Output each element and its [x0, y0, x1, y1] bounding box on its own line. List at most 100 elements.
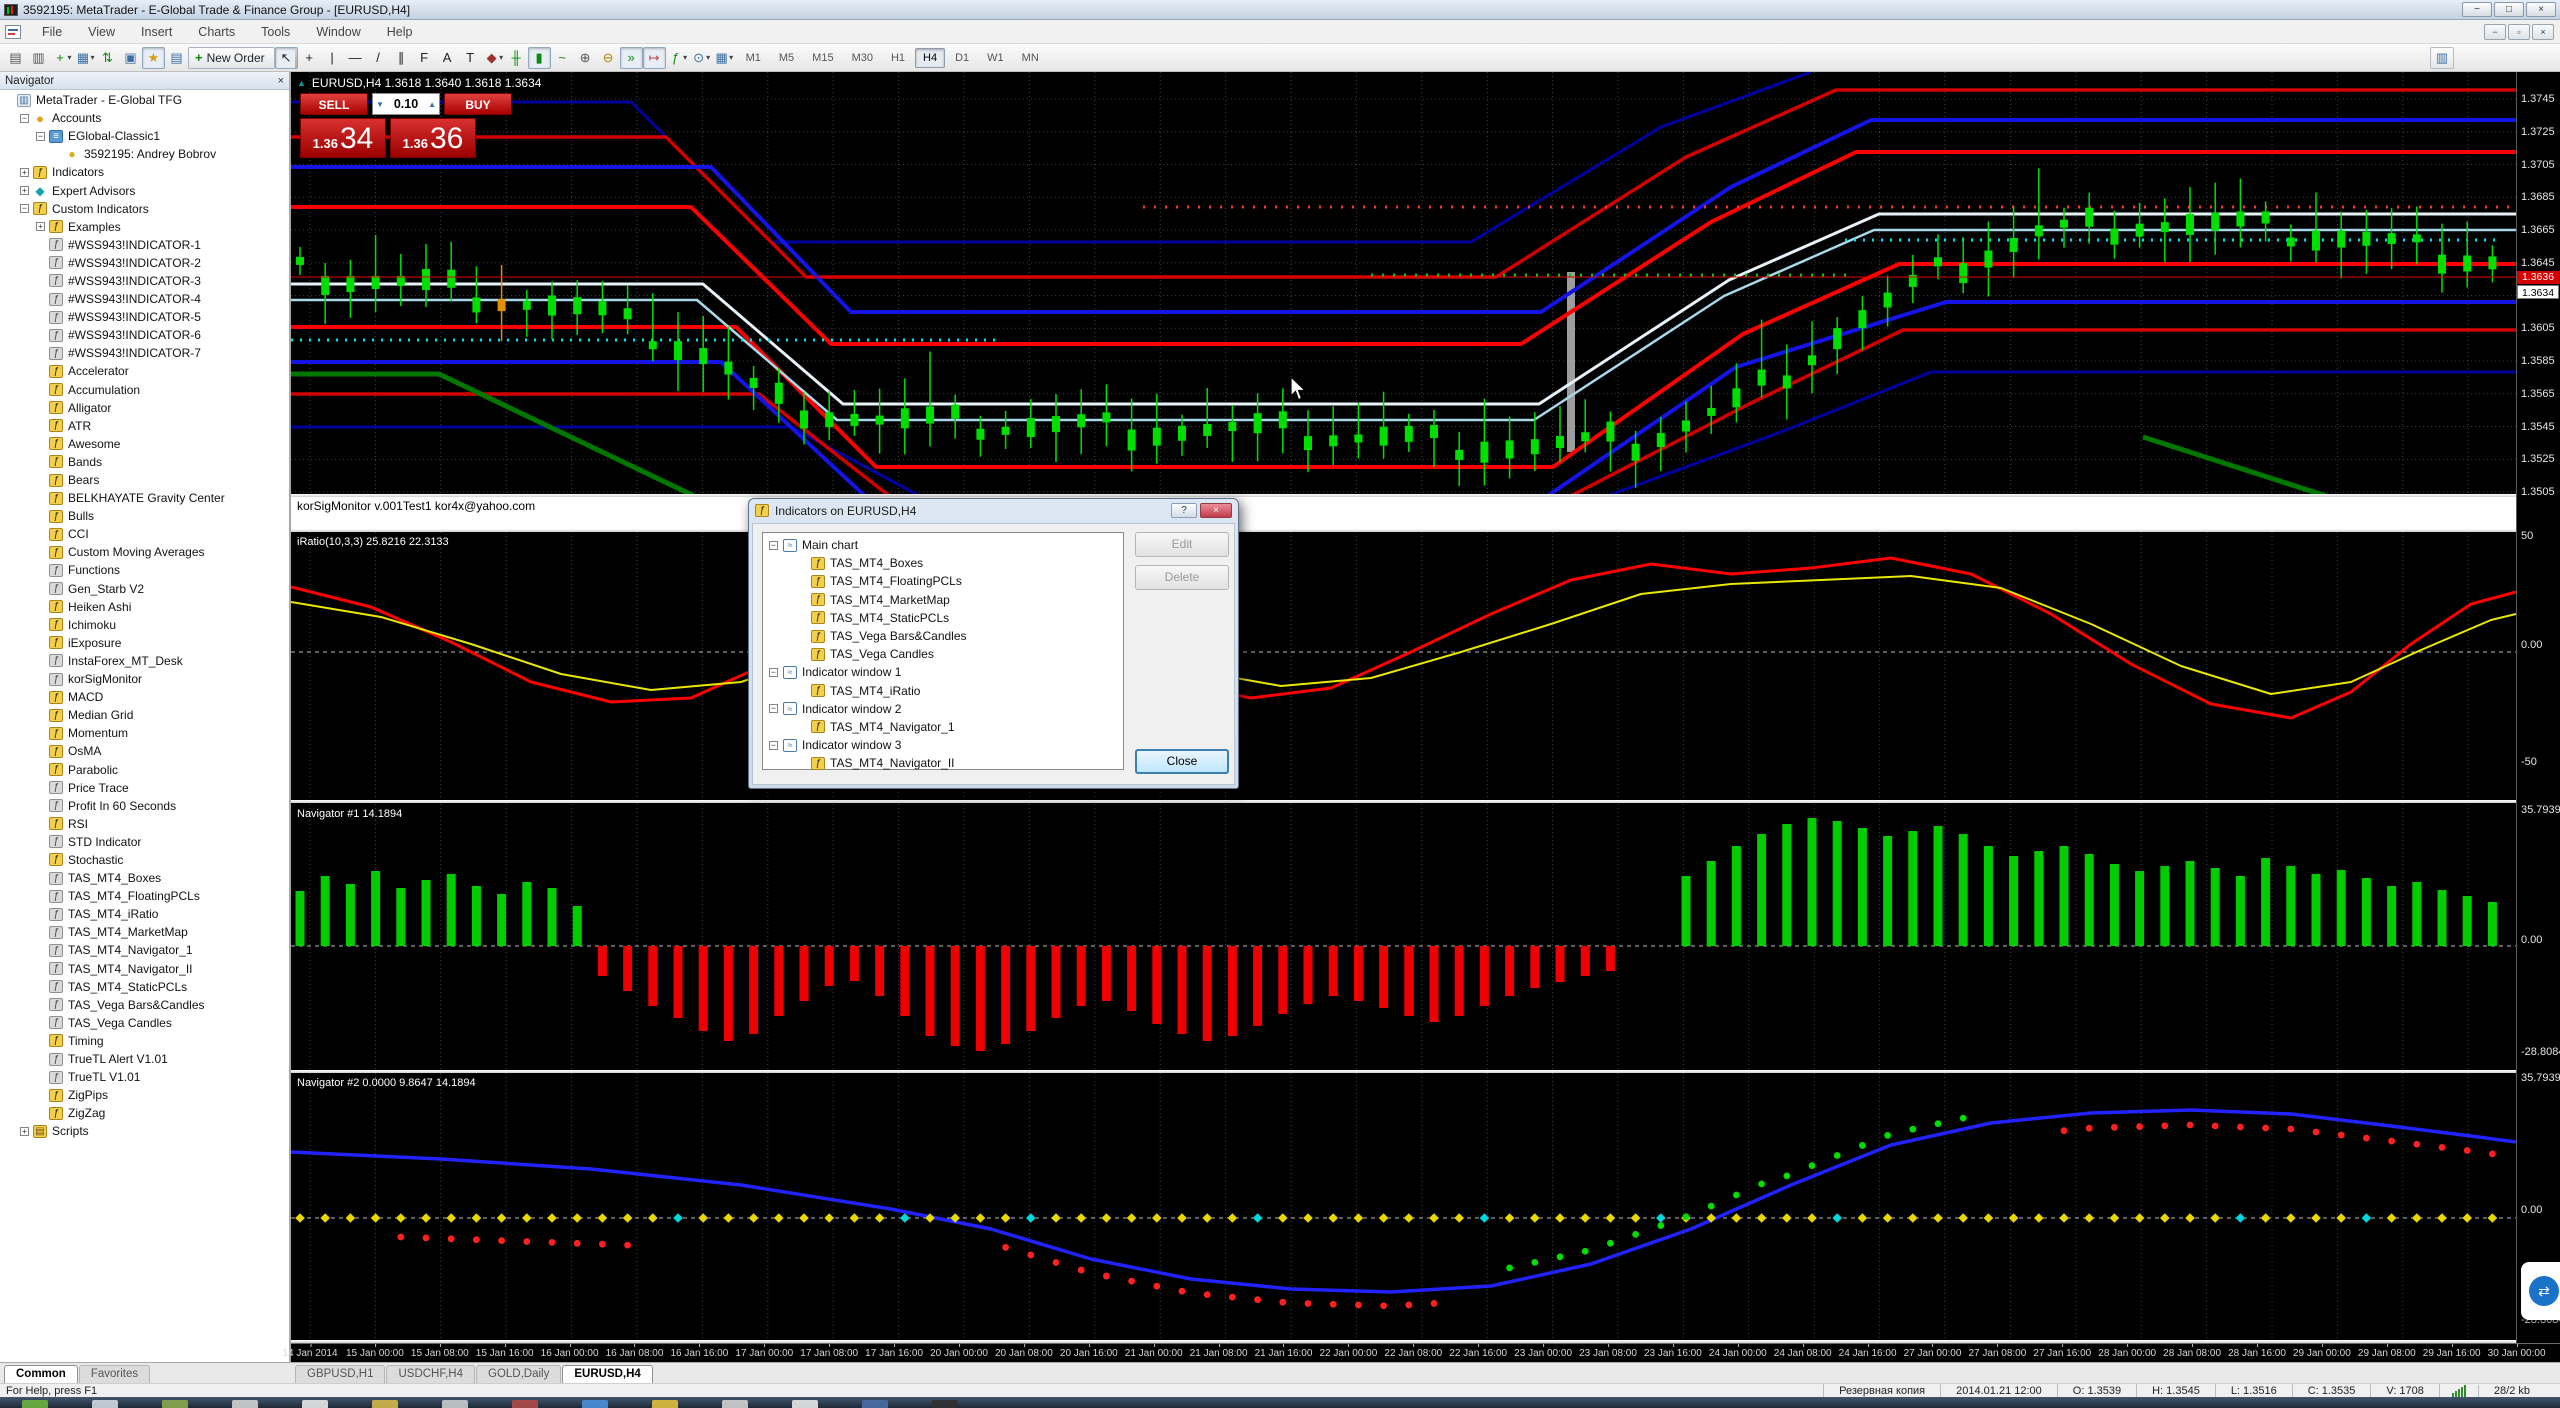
window-separator[interactable]	[291, 800, 2560, 803]
menu-item[interactable]: Tools	[248, 22, 303, 42]
tree-toggle-icon[interactable]: +	[20, 1127, 29, 1136]
nav-tree-item[interactable]: Heiken Ashi	[0, 598, 289, 616]
tree-toggle-icon[interactable]: −	[20, 204, 29, 213]
nav-tree-item[interactable]: TAS_Vega Bars&Candles	[0, 996, 289, 1014]
nav-tree-item[interactable]: MACD	[0, 688, 289, 706]
terminal-icon[interactable]: ▤	[165, 47, 188, 69]
menu-item[interactable]: Help	[374, 22, 426, 42]
menu-item[interactable]: File	[29, 22, 75, 42]
buy-price-display[interactable]: 1.36 36	[390, 118, 476, 158]
taskbar-icon[interactable]	[162, 1400, 188, 1408]
nav-tree-item[interactable]: − EGlobal-Classic1	[0, 127, 289, 145]
new-chart-icon[interactable]: + ▾	[50, 47, 73, 69]
trendline-icon[interactable]: /	[367, 47, 390, 69]
volume-down-icon[interactable]: ▼	[376, 100, 384, 109]
mdi-close-button[interactable]: ×	[2532, 24, 2554, 40]
menu-item[interactable]: Window	[303, 22, 373, 42]
nav-tree-item[interactable]: − Custom Indicators	[0, 200, 289, 218]
nav-tree-item[interactable]: #WSS943!INDICATOR-3	[0, 272, 289, 290]
iratio-window[interactable]	[291, 532, 2516, 800]
taskbar-icon[interactable]	[862, 1400, 888, 1408]
close-button[interactable]: ×	[2526, 2, 2556, 17]
sell-button[interactable]: SELL	[300, 93, 368, 115]
profiles-icon[interactable]: ▦ ▾	[73, 47, 96, 69]
tree-toggle-icon[interactable]: −	[36, 132, 45, 141]
taskbar-icon[interactable]	[932, 1400, 958, 1408]
buy-button[interactable]: BUY	[444, 93, 512, 115]
nav-tree-item[interactable]: TrueTL Alert V1.01	[0, 1050, 289, 1068]
dialog-tree-item[interactable]: TAS_MT4_MarketMap	[763, 591, 1123, 609]
nav-tree-item[interactable]: Functions	[0, 561, 289, 579]
nav-tree-item[interactable]: Median Grid	[0, 706, 289, 724]
nav-tree-item[interactable]: BELKHAYATE Gravity Center	[0, 489, 289, 507]
chart-tab[interactable]: GBPUSD,H1	[295, 1365, 385, 1383]
taskbar-icon[interactable]	[442, 1400, 468, 1408]
timeframe-button[interactable]: H4	[915, 48, 945, 68]
crosshair-icon[interactable]: +	[298, 47, 321, 69]
chart-tab[interactable]: GOLD,Daily	[476, 1365, 561, 1383]
volume-input[interactable]: ▼ 0.10 ▲	[372, 93, 440, 115]
nav-tree-item[interactable]: TAS_MT4_Navigator_1	[0, 941, 289, 959]
mdi-minimize-button[interactable]: −	[2484, 24, 2506, 40]
tree-toggle-icon[interactable]: −	[769, 704, 778, 713]
main-chart[interactable]	[291, 72, 2516, 495]
nav-tree-item[interactable]: TAS_MT4_MarketMap	[0, 923, 289, 941]
arrows-icon[interactable]: ◆ ▾	[482, 47, 505, 69]
timeframe-button[interactable]: D1	[947, 48, 977, 68]
nav-tree-item[interactable]: − Accounts	[0, 109, 289, 127]
taskbar-icon[interactable]	[792, 1400, 818, 1408]
bar-chart-icon[interactable]: ╫	[505, 47, 528, 69]
taskbar-icon[interactable]	[92, 1400, 118, 1408]
nav-tree-item[interactable]: TAS_MT4_Navigator_II	[0, 960, 289, 978]
minimize-button[interactable]: −	[2462, 2, 2492, 17]
text-label-icon[interactable]: T	[459, 47, 482, 69]
dialog-tree-item[interactable]: − Indicator window 2	[763, 700, 1123, 718]
taskbar-icon[interactable]	[582, 1400, 608, 1408]
dialog-close-button[interactable]: ×	[1200, 503, 1232, 518]
dialog-titlebar[interactable]: Indicators on EURUSD,H4 ? ×	[749, 499, 1238, 522]
chart-tab[interactable]: USDCHF,H4	[386, 1365, 475, 1383]
taskbar-icon[interactable]	[372, 1400, 398, 1408]
nav-tree-item[interactable]: Custom Moving Averages	[0, 543, 289, 561]
edit-button[interactable]: Edit	[1135, 532, 1229, 557]
dialog-tree-item[interactable]: TAS_Vega Bars&Candles	[763, 627, 1123, 645]
timeframe-button[interactable]: W1	[979, 48, 1012, 68]
taskbar-icon[interactable]	[22, 1400, 48, 1408]
nav-tree-item[interactable]: Profit In 60 Seconds	[0, 797, 289, 815]
nav-tree-item[interactable]: ZigZag	[0, 1104, 289, 1122]
navigator2-window[interactable]	[291, 1073, 2516, 1340]
nav-tree-item[interactable]: Awesome	[0, 435, 289, 453]
nav-tree-item[interactable]: TAS_MT4_Boxes	[0, 869, 289, 887]
indicators-icon[interactable]: ƒ ▾	[666, 47, 689, 69]
navigator-tab[interactable]: Common	[4, 1365, 78, 1383]
nav-tree-item[interactable]: Parabolic	[0, 760, 289, 778]
nav-tree-item[interactable]: + Scripts	[0, 1122, 289, 1140]
nav-tree-item[interactable]: TrueTL V1.01	[0, 1068, 289, 1086]
nav-tree-item[interactable]: ZigPips	[0, 1086, 289, 1104]
tree-toggle-icon[interactable]: −	[20, 114, 29, 123]
nav-tree-item[interactable]: Timing	[0, 1032, 289, 1050]
maximize-button[interactable]: □	[2494, 2, 2524, 17]
periods-icon[interactable]: ⊙ ▾	[689, 47, 712, 69]
equidistant-channel-icon[interactable]: ∥	[390, 47, 413, 69]
dialog-tree-item[interactable]: TAS_MT4_Boxes	[763, 554, 1123, 572]
nav-tree-item[interactable]: + Indicators	[0, 163, 289, 181]
dialog-tree-item[interactable]: − Indicator window 1	[763, 663, 1123, 681]
vertical-line-icon[interactable]: |	[321, 47, 344, 69]
nav-tree-item[interactable]: ATR	[0, 417, 289, 435]
dialog-tree-item[interactable]: TAS_MT4_Navigator_II	[763, 754, 1123, 772]
nav-tree-item[interactable]: OsMA	[0, 742, 289, 760]
nav-tree-item[interactable]: + Expert Advisors	[0, 181, 289, 199]
nav-tree-item[interactable]: Accumulation	[0, 381, 289, 399]
nav-tree-item[interactable]: + Examples	[0, 218, 289, 236]
data-window-icon[interactable]: ▣	[119, 47, 142, 69]
menu-item[interactable]: Insert	[128, 22, 185, 42]
nav-tree-item[interactable]: CCI	[0, 525, 289, 543]
timeframe-button[interactable]: M5	[771, 48, 802, 68]
nav-tree-item[interactable]: TAS_MT4_FloatingPCLs	[0, 887, 289, 905]
nav-tree-item[interactable]: Price Trace	[0, 779, 289, 797]
chart-shift-icon[interactable]: ↦	[643, 47, 666, 69]
timeframe-button[interactable]: M30	[844, 48, 881, 68]
nav-tree-item[interactable]: Stochastic	[0, 851, 289, 869]
taskbar-icon[interactable]	[232, 1400, 258, 1408]
